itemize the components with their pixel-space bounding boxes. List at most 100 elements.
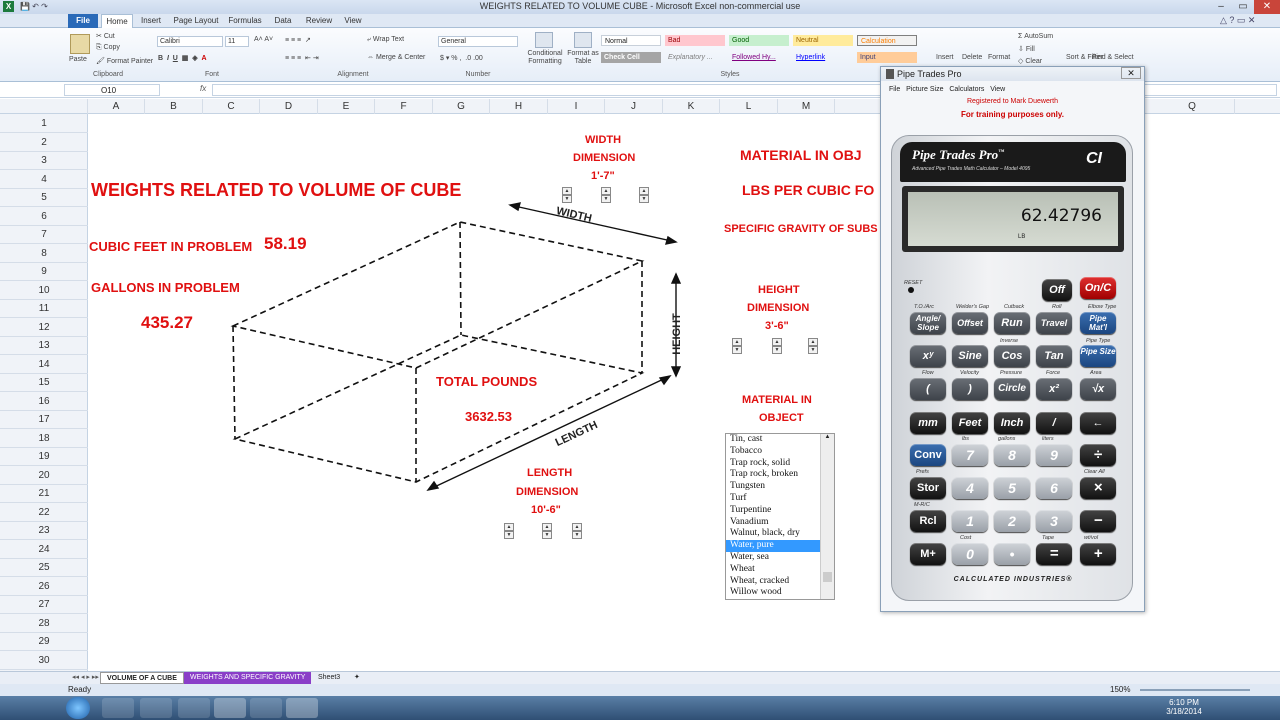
calc-menu-picture-size[interactable]: Picture Size bbox=[906, 86, 943, 93]
tab-formulas[interactable]: Formulas bbox=[226, 14, 264, 28]
tab-review[interactable]: Review bbox=[302, 14, 336, 28]
row-header[interactable]: 15 bbox=[0, 373, 88, 392]
length-frac-spin-up[interactable]: ▲ bbox=[572, 523, 582, 531]
row-header[interactable]: 28 bbox=[0, 614, 88, 633]
listbox-scrollbar[interactable]: ▲ bbox=[820, 434, 834, 599]
merge-center-button[interactable]: ⇔ Merge & Center bbox=[367, 54, 425, 61]
row-header[interactable]: 30 bbox=[0, 651, 88, 670]
height-dimension-label[interactable]: DIMENSION bbox=[747, 302, 809, 314]
column-header[interactable]: D bbox=[260, 99, 318, 114]
row-header[interactable]: 29 bbox=[0, 632, 88, 651]
wrap-text-button[interactable]: ⤶ Wrap Text bbox=[367, 36, 404, 44]
row-header[interactable]: 24 bbox=[0, 540, 88, 559]
row-header[interactable]: 26 bbox=[0, 577, 88, 596]
offset-key[interactable]: Offset bbox=[952, 312, 988, 334]
name-box[interactable]: O10 bbox=[64, 84, 160, 96]
delete-cells-button[interactable]: Delete bbox=[962, 54, 982, 61]
calculator-task-icon[interactable] bbox=[214, 698, 246, 718]
material-in-object-heading[interactable]: MATERIAL IN OBJ bbox=[740, 147, 862, 163]
copy-button[interactable]: ⎘ Copy bbox=[96, 44, 120, 52]
format-table-icon[interactable] bbox=[574, 32, 592, 48]
digit-7-key[interactable]: 7 bbox=[952, 444, 988, 466]
decimal-key[interactable]: • bbox=[994, 543, 1030, 565]
format-table-label[interactable]: Format as Table bbox=[566, 50, 600, 66]
style-normal[interactable]: Normal bbox=[601, 35, 661, 46]
row-header[interactable]: 6 bbox=[0, 207, 88, 226]
on-clear-key[interactable]: On/C bbox=[1080, 277, 1116, 299]
sheet-tab-sheet3[interactable]: Sheet3 bbox=[312, 672, 347, 684]
list-item-selected[interactable]: Water, pure bbox=[726, 540, 834, 552]
font-grow-shrink-icons[interactable]: A˄ A˅ bbox=[254, 36, 273, 43]
tab-view[interactable]: View bbox=[340, 14, 366, 28]
conv-key[interactable]: Conv bbox=[910, 444, 946, 466]
height-label[interactable]: HEIGHT bbox=[758, 284, 800, 296]
row-header[interactable]: 22 bbox=[0, 503, 88, 522]
fill-button[interactable]: ⇩ Fill bbox=[1018, 45, 1035, 53]
format-cells-button[interactable]: Format bbox=[988, 54, 1010, 61]
material-list-label-2[interactable]: OBJECT bbox=[759, 412, 804, 424]
tab-data[interactable]: Data bbox=[268, 14, 298, 28]
length-inch-spin-up[interactable]: ▲ bbox=[542, 523, 552, 531]
row-header[interactable]: 17 bbox=[0, 410, 88, 429]
reset-hole-icon[interactable] bbox=[908, 287, 914, 293]
paste-icon[interactable] bbox=[70, 34, 90, 54]
material-list-label[interactable]: MATERIAL IN bbox=[742, 394, 812, 406]
list-item[interactable]: Walnut, black, dry bbox=[726, 528, 834, 540]
column-header[interactable]: K bbox=[663, 99, 720, 114]
number-format-box[interactable]: General bbox=[438, 36, 518, 47]
square-key[interactable]: x² bbox=[1036, 378, 1072, 400]
digit-3-key[interactable]: 3 bbox=[1036, 510, 1072, 532]
list-item[interactable]: Tin, cast bbox=[726, 434, 834, 446]
explorer-icon[interactable] bbox=[102, 698, 134, 718]
run-key[interactable]: Run bbox=[994, 312, 1030, 334]
font-style-icons[interactable]: B I U ▦ ◈ A bbox=[158, 54, 207, 62]
gallons-value[interactable]: 435.27 bbox=[141, 313, 193, 333]
column-header[interactable]: I bbox=[548, 99, 605, 114]
font-size-box[interactable]: 11 bbox=[225, 36, 249, 47]
row-header[interactable]: 7 bbox=[0, 225, 88, 244]
tan-key[interactable]: Tan bbox=[1036, 345, 1072, 367]
column-header[interactable]: F bbox=[375, 99, 433, 114]
list-item[interactable]: Wheat bbox=[726, 564, 834, 576]
digit-6-key[interactable]: 6 bbox=[1036, 477, 1072, 499]
calculator-close-button[interactable]: ✕ bbox=[1121, 67, 1141, 79]
length-frac-spin-down[interactable]: ▼ bbox=[572, 531, 582, 539]
list-item[interactable]: Tobacco bbox=[726, 446, 834, 458]
right-paren-key[interactable]: ) bbox=[952, 378, 988, 400]
row-header[interactable]: 10 bbox=[0, 281, 88, 300]
width-label[interactable]: WIDTH bbox=[585, 134, 621, 146]
sheet-tab-volume[interactable]: VOLUME OF A CUBE bbox=[100, 672, 184, 684]
style-explanatory[interactable]: Explanatory ... bbox=[665, 52, 725, 63]
align-top-icons[interactable]: ≡ ≡ ≡ ↗ bbox=[285, 36, 311, 44]
list-item[interactable]: Water, sea bbox=[726, 552, 834, 564]
digit-9-key[interactable]: 9 bbox=[1036, 444, 1072, 466]
circle-key[interactable]: Circle bbox=[994, 378, 1030, 400]
style-calculation[interactable]: Calculation bbox=[857, 35, 917, 46]
height-inch-spin-up[interactable]: ▲ bbox=[772, 338, 782, 346]
find-select-button[interactable]: Find & Select bbox=[1092, 54, 1134, 61]
column-header[interactable]: C bbox=[203, 99, 260, 114]
column-header[interactable]: A bbox=[88, 99, 145, 114]
plus-key[interactable]: + bbox=[1080, 543, 1116, 565]
equals-key[interactable]: = bbox=[1036, 543, 1072, 565]
style-followed-hyperlink[interactable]: Followed Hy... bbox=[729, 52, 789, 63]
height-feet-spin-up[interactable]: ▲ bbox=[732, 338, 742, 346]
row-header[interactable]: 12 bbox=[0, 318, 88, 337]
autosum-button[interactable]: Σ AutoSum bbox=[1018, 33, 1053, 40]
specific-gravity-heading[interactable]: SPECIFIC GRAVITY OF SUBS bbox=[724, 223, 878, 235]
row-header[interactable]: 9 bbox=[0, 262, 88, 281]
feet-key[interactable]: Feet bbox=[952, 412, 988, 434]
column-header[interactable]: B bbox=[145, 99, 203, 114]
digit-8-key[interactable]: 8 bbox=[994, 444, 1030, 466]
backspace-key[interactable]: ← bbox=[1080, 412, 1116, 434]
column-header[interactable]: Q bbox=[1150, 99, 1235, 114]
digit-4-key[interactable]: 4 bbox=[952, 477, 988, 499]
divide-key[interactable]: ÷ bbox=[1080, 444, 1116, 466]
calculator-title-bar[interactable]: Pipe Trades Pro ✕ bbox=[881, 67, 1144, 81]
maximize-button[interactable]: ▭ bbox=[1232, 0, 1254, 14]
column-header[interactable]: L bbox=[720, 99, 778, 114]
length-inch-spin-down[interactable]: ▼ bbox=[542, 531, 552, 539]
left-paren-key[interactable]: ( bbox=[910, 378, 946, 400]
zoom-slider[interactable] bbox=[1140, 689, 1250, 691]
paint-icon[interactable] bbox=[140, 698, 172, 718]
